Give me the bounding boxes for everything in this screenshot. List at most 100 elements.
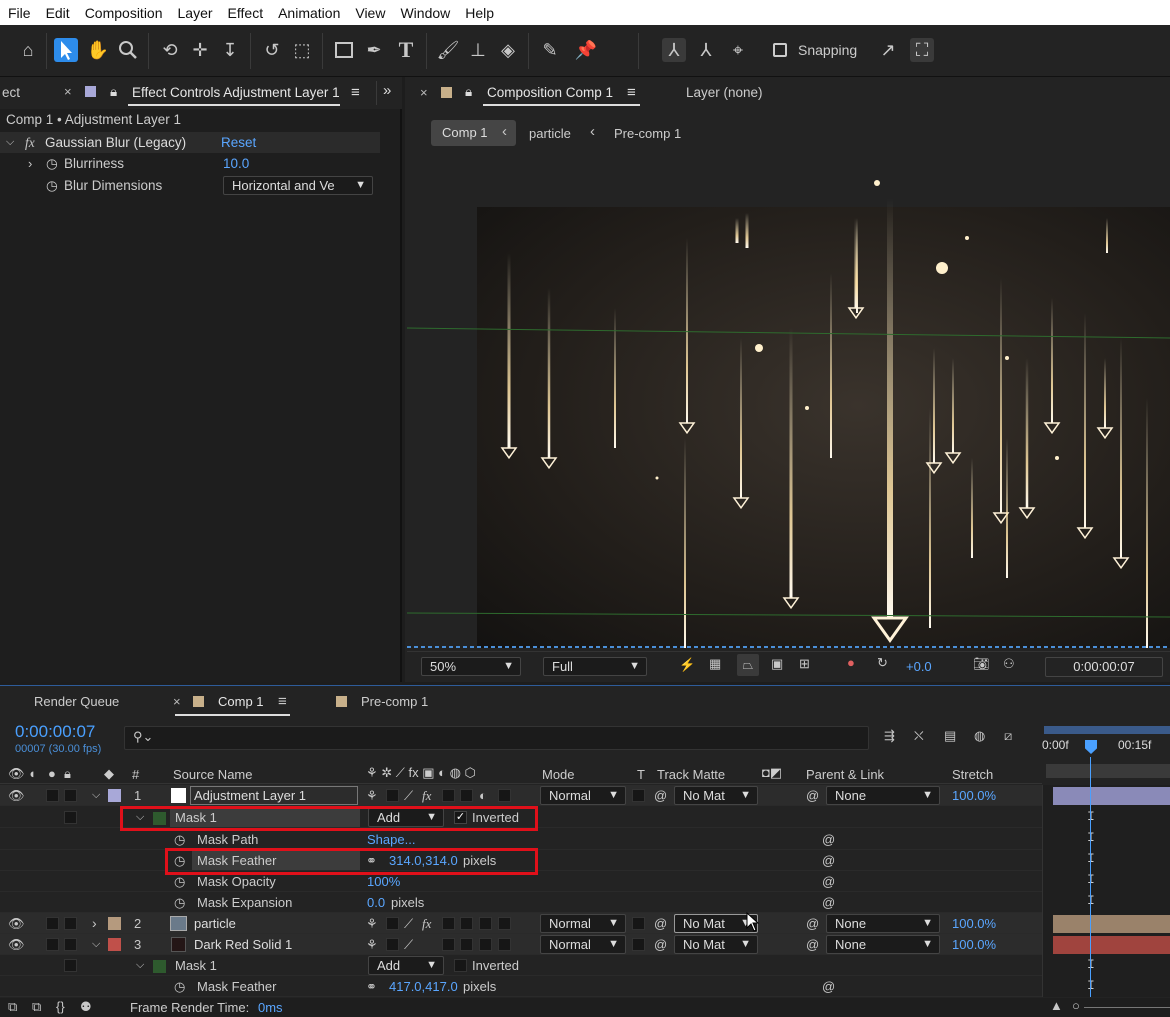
parent-pickwhip-icon[interactable]: @ bbox=[806, 913, 819, 934]
rectangle-tool-icon[interactable] bbox=[332, 38, 356, 62]
safe-margins-icon[interactable]: ▣ bbox=[771, 656, 783, 672]
mask-expansion-value[interactable]: 0.0 bbox=[367, 892, 385, 913]
fast-previews-icon[interactable]: ⚡ bbox=[679, 657, 695, 673]
zoom-tool-icon[interactable] bbox=[116, 38, 140, 62]
mask-path-row[interactable]: ◷ Mask Path Shape... @ bbox=[0, 829, 1042, 850]
chevron-right-icon[interactable]: › bbox=[28, 153, 32, 174]
work-area-bar[interactable] bbox=[1044, 726, 1170, 734]
frame-blending-icon[interactable]: ▤ bbox=[944, 728, 956, 744]
shy-switch-icon[interactable]: ⚘ bbox=[366, 934, 378, 955]
layer-row-3[interactable]: 👁︎ ⌵ 3 Dark Red Solid 1 ⚘ ⟋ Normal ▼ @ No… bbox=[0, 934, 1042, 955]
expression-pickwhip-icon[interactable]: @ bbox=[822, 850, 835, 871]
motion-blur-icon[interactable]: ◍ bbox=[974, 728, 985, 744]
draft-3d-icon[interactable]: ⛌ bbox=[914, 728, 924, 744]
snapping-checkbox[interactable] bbox=[773, 43, 787, 57]
close-tab-icon[interactable]: × bbox=[420, 85, 428, 100]
stretch-value[interactable]: 100.0% bbox=[952, 934, 996, 955]
fx-icon[interactable]: fx bbox=[422, 913, 431, 934]
menu-layer[interactable]: Layer bbox=[170, 5, 220, 21]
puppet-pin-tool-icon[interactable]: 📌 bbox=[574, 38, 598, 62]
resolution-dropdown[interactable]: Full ▼ bbox=[543, 657, 647, 676]
pickwhip-icon[interactable]: @ bbox=[654, 785, 667, 806]
mask-visibility-icon[interactable]: ⏢ bbox=[737, 654, 759, 676]
layer-name[interactable]: particle bbox=[194, 913, 236, 934]
tab-comp1[interactable]: Comp 1 bbox=[218, 694, 264, 709]
panel-menu-icon[interactable]: ≡ bbox=[278, 693, 287, 710]
channel-icon[interactable]: ● bbox=[847, 655, 855, 670]
zoom-slider-track[interactable] bbox=[1084, 1007, 1170, 1008]
stopwatch-icon[interactable]: ◷ bbox=[46, 153, 58, 174]
tab-precomp1[interactable]: Pre-comp 1 bbox=[361, 694, 428, 709]
expression-pickwhip-icon[interactable]: @ bbox=[822, 892, 835, 913]
view-axis-icon[interactable]: ⌖ bbox=[726, 38, 750, 62]
parent-dropdown[interactable]: None ▼ bbox=[826, 935, 940, 954]
roto-brush-tool-icon[interactable]: ✎ bbox=[538, 38, 562, 62]
composition-viewer[interactable] bbox=[407, 158, 1170, 648]
zoom-slider-icon[interactable]: ○ bbox=[1072, 998, 1080, 1013]
show-snapshot-icon[interactable]: ⚇ bbox=[1003, 656, 1015, 672]
mode-dropdown[interactable]: Normal ▼ bbox=[540, 914, 626, 933]
breadcrumb-comp1[interactable]: Comp 1 ‹ bbox=[431, 120, 516, 146]
tab-composition[interactable]: Composition Comp 1 bbox=[487, 85, 613, 100]
preserve-transparency[interactable] bbox=[632, 938, 645, 951]
collapse-switch[interactable] bbox=[386, 938, 399, 951]
tab-layer[interactable]: Layer (none) bbox=[686, 85, 763, 100]
snap-options-icon[interactable]: ↗ bbox=[876, 38, 900, 62]
mask-color[interactable] bbox=[153, 960, 166, 973]
timeline-timecode[interactable]: 0:00:00:07 bbox=[15, 722, 95, 742]
stopwatch-icon[interactable]: ◷ bbox=[174, 976, 185, 997]
collapse-switch[interactable] bbox=[386, 789, 399, 802]
quality-switch-icon[interactable]: ⟋ bbox=[404, 934, 413, 955]
eye-icon[interactable]: 👁︎ bbox=[8, 785, 25, 806]
render-time-toggle-icon[interactable]: ⚉ bbox=[80, 999, 92, 1015]
effect-row[interactable]: ⌵ fx Gaussian Blur (Legacy) Reset bbox=[0, 132, 380, 153]
mode-dropdown[interactable]: Normal ▼ bbox=[540, 786, 626, 805]
close-tab-icon[interactable]: × bbox=[64, 84, 72, 99]
pen-tool-icon[interactable]: ✒ bbox=[362, 38, 386, 62]
solo-toggle[interactable] bbox=[46, 789, 59, 802]
close-tab-icon[interactable]: × bbox=[173, 694, 181, 709]
frame-blend-switch[interactable] bbox=[442, 789, 455, 802]
tab-render-queue[interactable]: Render Queue bbox=[34, 694, 119, 709]
local-axis-icon[interactable]: ⅄ bbox=[662, 38, 686, 62]
frame-blend-switch[interactable] bbox=[442, 917, 455, 930]
frame-blend-switch[interactable] bbox=[442, 938, 455, 951]
label-color[interactable] bbox=[108, 938, 121, 951]
adjustment-switch-icon[interactable]: ◐ bbox=[479, 785, 487, 806]
eraser-tool-icon[interactable]: ◈ bbox=[496, 38, 520, 62]
layer-bar-3[interactable] bbox=[1053, 936, 1170, 954]
zoom-dropdown[interactable]: 50% ▼ bbox=[421, 657, 521, 676]
anchor-point-tool-icon[interactable]: ⬚ bbox=[290, 38, 314, 62]
graph-editor-icon[interactable]: ⧄ bbox=[1004, 728, 1012, 744]
menu-file[interactable]: File bbox=[0, 5, 38, 21]
snap-grid-icon[interactable]: ⛶ bbox=[910, 38, 934, 62]
layer-bar-2[interactable] bbox=[1053, 915, 1170, 933]
blurriness-value[interactable]: 10.0 bbox=[223, 153, 249, 174]
dolly-camera-icon[interactable]: ↧ bbox=[218, 38, 242, 62]
lock-icon[interactable]: 🔒︎ bbox=[465, 84, 472, 100]
column-number[interactable]: # bbox=[132, 767, 139, 782]
parent-pickwhip-icon[interactable]: @ bbox=[806, 785, 819, 806]
layer-row-1[interactable]: 👁︎ ⌵ 1 Adjustment Layer 1 ⚘ ⟋ fx ◐ Norma… bbox=[0, 785, 1042, 806]
selection-tool-icon[interactable] bbox=[54, 38, 78, 62]
pickwhip-icon[interactable]: @ bbox=[654, 934, 667, 955]
solo-toggle[interactable] bbox=[46, 938, 59, 951]
3d-switch[interactable] bbox=[498, 938, 511, 951]
motion-blur-switch[interactable] bbox=[460, 917, 473, 930]
constrain-proportions-icon[interactable]: ⚭ bbox=[366, 976, 377, 997]
quality-switch-icon[interactable]: ⟋ bbox=[404, 785, 413, 806]
chevron-down-icon[interactable]: ⌵ bbox=[6, 132, 14, 153]
fx-icon[interactable]: fx bbox=[25, 132, 35, 153]
column-parent[interactable]: Parent & Link bbox=[806, 767, 884, 782]
clone-stamp-tool-icon[interactable]: ⊥ bbox=[466, 38, 490, 62]
mask-expansion-row[interactable]: ◷ Mask Expansion 0.0 pixels @ bbox=[0, 892, 1042, 913]
column-track-matte[interactable]: Track Matte bbox=[657, 767, 725, 782]
lock-toggle[interactable] bbox=[64, 938, 77, 951]
motion-blur-switch[interactable] bbox=[460, 789, 473, 802]
expression-pickwhip-icon[interactable]: @ bbox=[822, 976, 835, 997]
solo-toggle[interactable] bbox=[46, 917, 59, 930]
stopwatch-icon[interactable]: ◷ bbox=[174, 871, 185, 892]
column-source-name[interactable]: Source Name bbox=[173, 767, 252, 782]
grid-icon[interactable]: ⊞ bbox=[799, 656, 810, 672]
mask-feather-row[interactable]: ◷ Mask Feather ⚭ 417.0,417.0 pixels @ bbox=[0, 976, 1042, 997]
